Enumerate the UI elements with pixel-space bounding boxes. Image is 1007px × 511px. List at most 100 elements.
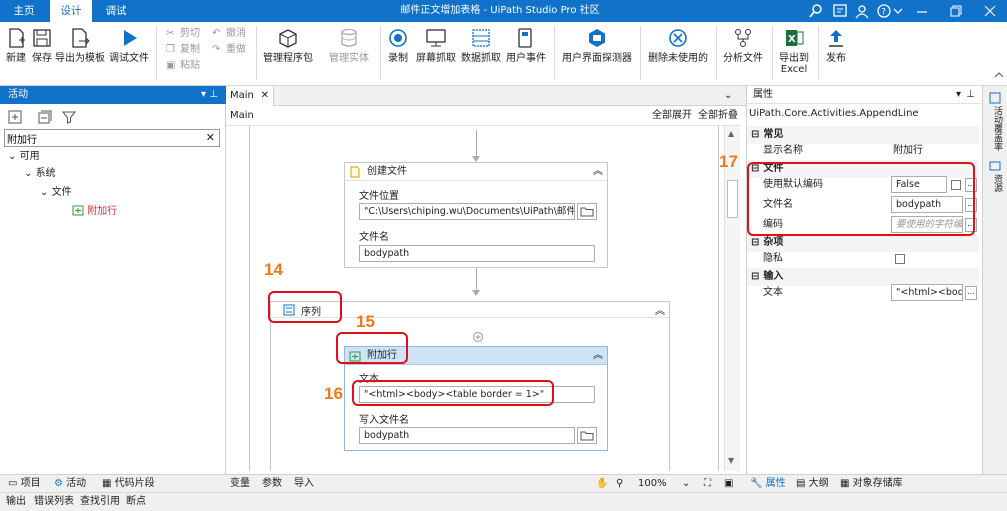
designer-scrollbar[interactable]: ▲ ▼ [724, 126, 740, 471]
tab-project[interactable]: ▭ 项目 [8, 475, 41, 493]
scrollbar-thumb[interactable] [727, 180, 738, 218]
tab-snippets[interactable]: ▦ 代码片段 [102, 475, 155, 493]
tab-error-list[interactable]: 错误列表 [34, 493, 74, 511]
filter-icon[interactable] [62, 110, 76, 124]
pin-icon[interactable]: ⊥ [209, 86, 218, 104]
collapse-icon[interactable]: ︽ [593, 347, 603, 365]
prop-text-field[interactable]: "<html><bod [891, 284, 963, 301]
tree-item-append-line[interactable]: 附加行 [72, 204, 117, 220]
remove-unused-button[interactable]: 删除未使用的 [646, 22, 710, 84]
analyze-file-button[interactable]: 分析文件 [720, 22, 766, 84]
redo-button[interactable]: ↷ 重做 [210, 42, 254, 58]
tree-item-file[interactable]: ⌄ 文件 [40, 185, 72, 201]
window-title: 邮件正文增加表格 - UiPath Studio Pro 社区 [400, 5, 600, 16]
fit-screen-icon[interactable]: ⛶ [704, 475, 711, 493]
history-group: ↶ 撤消 ↷ 重做 [210, 26, 254, 58]
ui-explorer-button[interactable]: 用户界面探测器 [560, 22, 634, 84]
activity-coverage-tab[interactable]: 活动覆盖率 [989, 106, 1002, 151]
chevron-down-icon[interactable]: ▾ [956, 86, 961, 104]
remove-icon [667, 27, 689, 49]
expand-all-icon[interactable] [8, 110, 22, 124]
copy-button[interactable]: ❐ 复制 [164, 42, 208, 58]
export-excel-button[interactable]: X 导出到 Excel [776, 22, 812, 84]
user-events-button[interactable]: 用户事件 [504, 22, 548, 84]
scroll-up-icon[interactable]: ▲ [728, 129, 734, 138]
create-file-activity[interactable]: 创建文件 ︽ 文件位置 "C:\Users\chiping.wu\Documen… [344, 162, 608, 268]
upload-icon [825, 27, 847, 49]
collapse-all-icon[interactable] [38, 110, 52, 124]
clear-search-icon[interactable]: ✕ [206, 130, 215, 146]
write-filename-field[interactable]: bodypath [359, 427, 575, 444]
file-location-field[interactable]: "C:\Users\chiping.wu\Documents\UiPath\邮件… [359, 203, 575, 220]
imports-tab[interactable]: 导入 [294, 475, 314, 493]
file-name-field[interactable]: bodypath [359, 245, 595, 262]
tree-item-available[interactable]: ⌄ 可用 [8, 149, 40, 165]
add-activity-icon[interactable] [473, 332, 483, 342]
tab-properties[interactable]: 🔧 属性 [750, 475, 786, 493]
chevron-down-icon[interactable]: ▾ [201, 86, 206, 104]
zoom-level[interactable]: 100% [638, 475, 667, 493]
collapse-icon[interactable]: ︽ [593, 163, 603, 181]
tab-debug[interactable]: 调试 [96, 0, 136, 22]
collapse-all-button[interactable]: 全部折叠 [698, 106, 738, 126]
save-icon [31, 27, 53, 49]
svg-text:X: X [788, 34, 796, 45]
tab-find-references[interactable]: 查找引用 [80, 493, 120, 511]
chevron-down-icon[interactable] [892, 3, 908, 19]
minimize-icon[interactable] [914, 3, 930, 19]
close-icon[interactable] [982, 3, 998, 19]
zoom-icon[interactable]: ⚲ [616, 475, 623, 493]
cut-button[interactable]: ✂ 剪切 [164, 26, 208, 42]
analyze-icon [732, 27, 754, 49]
arguments-tab[interactable]: 参数 [262, 475, 282, 493]
manage-entities-button[interactable]: 管理实体 [324, 22, 374, 84]
tab-activities[interactable]: ⚙ 活动 [54, 475, 86, 493]
prop-display-name[interactable]: 显示名称 附加行 [763, 142, 979, 160]
workflow-canvas[interactable]: 创建文件 ︽ 文件位置 "C:\Users\chiping.wu\Documen… [226, 126, 740, 471]
browse-folder-button[interactable] [577, 203, 597, 220]
private-checkbox[interactable] [895, 254, 905, 264]
help-icon[interactable]: ? [876, 3, 892, 19]
breadcrumb[interactable]: Main [230, 106, 254, 126]
chevron-down-icon[interactable]: ⌄ [682, 475, 690, 493]
export-template-button[interactable]: 导出为模板 [54, 22, 106, 84]
tab-breakpoints[interactable]: 断点 [126, 493, 146, 511]
publish-button[interactable]: 发布 [822, 22, 850, 84]
expression-editor-button[interactable]: ... [965, 286, 977, 300]
collapse-ribbon-icon[interactable] [994, 70, 1004, 80]
account-icon[interactable] [854, 3, 870, 19]
scroll-down-icon[interactable]: ▼ [728, 456, 734, 465]
search-icon[interactable] [808, 3, 824, 19]
collapse-icon[interactable]: ︽ [655, 302, 665, 317]
screen-scraping-button[interactable]: 屏幕抓取 [412, 22, 460, 84]
close-tab-icon[interactable]: ✕ [261, 86, 269, 106]
activities-search-box[interactable]: ✕ [4, 129, 220, 147]
new-button[interactable]: 新建 [2, 22, 30, 84]
browse-folder-button[interactable] [577, 427, 597, 444]
activities-search-input[interactable] [5, 130, 195, 146]
expand-all-button[interactable]: 全部展开 [652, 106, 692, 126]
tab-object-repository[interactable]: ▦ 对象存储库 [840, 475, 903, 493]
save-button[interactable]: 保存 [30, 22, 54, 84]
variables-tab[interactable]: 变量 [230, 475, 250, 493]
overview-map-icon[interactable]: ▣ [724, 475, 733, 493]
redo-icon: ↷ [212, 44, 221, 55]
tab-main[interactable]: Main ✕ [226, 86, 274, 106]
data-scraping-button[interactable]: 数据抓取 [460, 22, 502, 84]
tab-outline[interactable]: ▤ 大纲 [796, 475, 829, 493]
undo-button[interactable]: ↶ 撤消 [210, 26, 254, 42]
pin-icon[interactable]: ⊥ [966, 86, 975, 104]
restore-icon[interactable] [948, 3, 964, 19]
tree-item-system[interactable]: ⌄ 系统 [24, 166, 56, 182]
pan-hand-icon[interactable]: ✋ [596, 475, 608, 493]
paste-button[interactable]: ▣ 粘贴 [164, 58, 208, 74]
tab-dropdown-icon[interactable]: ⌄ [724, 90, 732, 101]
tab-home[interactable]: 主页 [4, 0, 44, 22]
debug-file-button[interactable]: 调试文件 [108, 22, 150, 84]
record-button[interactable]: 录制 [384, 22, 412, 84]
tab-design[interactable]: 设计 [50, 0, 92, 22]
feedback-icon[interactable] [832, 3, 848, 19]
resources-tab[interactable]: 资源 [989, 174, 1002, 192]
manage-packages-button[interactable]: 管理程序包 [260, 22, 316, 84]
tab-output[interactable]: 输出 [6, 493, 26, 511]
